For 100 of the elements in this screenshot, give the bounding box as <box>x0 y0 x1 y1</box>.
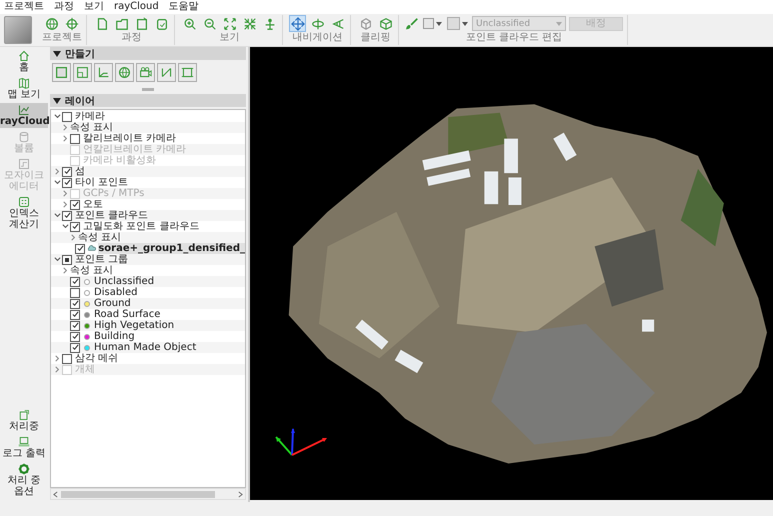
layer-item[interactable]: 카메라 <box>75 111 105 122</box>
sidebar-item[interactable]: 로그 출력 <box>0 435 48 460</box>
grid-icon <box>18 196 30 208</box>
layer-item[interactable]: Ground <box>94 298 131 309</box>
tool-button[interactable] <box>73 63 92 82</box>
zoom-out-icon <box>202 16 216 30</box>
sidebar-item[interactable]: 처리 중 옵션 <box>0 462 48 498</box>
box-icon <box>378 16 392 30</box>
chevron-right-icon[interactable] <box>70 234 77 241</box>
layer-item[interactable]: sorae+_group1_densified_ <box>98 243 245 254</box>
corner-icon <box>76 66 89 79</box>
menu-item[interactable]: 도움말 <box>168 1 199 13</box>
group-label: 포인트 클라우드 편집 <box>466 32 562 44</box>
person-icon <box>262 16 276 30</box>
sidebar-item[interactable]: 홈 <box>0 49 48 74</box>
chevron-right-icon[interactable] <box>62 201 69 208</box>
triangle-down-icon[interactable] <box>53 50 61 58</box>
tool-button[interactable] <box>115 63 134 82</box>
layer-item[interactable]: 섬 <box>75 166 85 177</box>
chevron-right-icon[interactable] <box>62 135 69 142</box>
group-label: 내비게이션 <box>292 32 342 44</box>
tool-button[interactable] <box>289 15 306 32</box>
ruler-icon <box>160 66 173 79</box>
layer-item[interactable]: Disabled <box>94 287 138 298</box>
viewport-3d[interactable] <box>250 47 773 500</box>
chevron-down-icon[interactable] <box>62 223 69 230</box>
app-logo-icon <box>4 16 32 44</box>
zoom-in-icon <box>182 16 196 30</box>
sidebar-item[interactable]: 인덱스 계산기 <box>0 195 48 231</box>
chevron-down-icon[interactable] <box>54 212 61 219</box>
layer-item[interactable]: Road Surface <box>94 309 160 320</box>
checkbox[interactable] <box>70 276 80 286</box>
checkbox[interactable] <box>62 254 72 264</box>
triangle-down-icon[interactable] <box>53 96 61 104</box>
brush-icon[interactable] <box>405 16 419 30</box>
checkbox[interactable] <box>62 112 72 122</box>
sidebar-item[interactable]: rayCloud <box>0 103 48 128</box>
chevron-down-icon[interactable] <box>54 256 61 263</box>
tool-button[interactable] <box>178 63 197 82</box>
checkbox[interactable] <box>70 310 80 320</box>
checkbox[interactable] <box>62 166 72 176</box>
layer-item[interactable]: 고밀도화 포인트 클라우드 <box>83 221 200 232</box>
mosaic-icon <box>18 158 30 170</box>
gear-icon <box>18 463 30 475</box>
checkbox[interactable] <box>75 244 86 254</box>
move-icon <box>290 16 304 30</box>
section-header[interactable]: 레이어 <box>50 94 246 107</box>
tool-button[interactable] <box>94 63 113 82</box>
color-dropdown[interactable] <box>446 16 469 31</box>
menu-item[interactable]: 과정 <box>54 1 74 13</box>
shape-dropdown[interactable] <box>422 16 443 31</box>
chevron-right-icon[interactable] <box>54 168 61 175</box>
checkbox[interactable] <box>62 178 72 188</box>
refresh-icon <box>154 16 168 30</box>
tool-button[interactable] <box>377 15 394 32</box>
page-icon <box>134 16 148 30</box>
group-label: 클리핑 <box>360 32 390 44</box>
checkbox[interactable] <box>62 210 72 220</box>
layer-item[interactable]: 속성 표시 <box>70 265 114 276</box>
sidebar-item[interactable]: 맵 보기 <box>0 76 48 101</box>
chevron-right-icon[interactable] <box>238 490 243 498</box>
chevron-right-icon[interactable] <box>62 267 69 274</box>
splitter-handle[interactable] <box>142 88 154 91</box>
chevron-down-icon[interactable] <box>54 113 61 120</box>
chevron-right-icon[interactable] <box>54 355 61 362</box>
layer-item[interactable]: 타이 포인트 <box>75 177 128 188</box>
orbit-icon <box>310 16 324 30</box>
tool-button[interactable] <box>44 15 60 32</box>
layer-item[interactable]: 칼리브레이트 카메라 <box>83 133 176 144</box>
checkbox[interactable] <box>62 354 72 364</box>
group-label: 과정 <box>122 32 142 44</box>
tool-button[interactable] <box>64 15 80 32</box>
checkbox[interactable] <box>70 320 80 330</box>
tool-button[interactable] <box>221 15 238 32</box>
tool-button[interactable] <box>157 63 176 82</box>
square-icon <box>55 66 68 79</box>
checkbox[interactable] <box>70 332 80 342</box>
menu-item[interactable]: 프로젝트 <box>4 1 44 13</box>
tool-button[interactable] <box>136 63 155 82</box>
menu-item[interactable]: rayCloud <box>114 1 159 13</box>
layer-item[interactable]: Building <box>94 331 135 342</box>
layer-item[interactable]: 오토 <box>83 199 103 210</box>
checkbox[interactable] <box>70 134 80 144</box>
checkbox[interactable] <box>70 288 80 298</box>
export-icon <box>18 409 30 421</box>
chevron-left-icon[interactable] <box>53 490 58 498</box>
chevron-down-icon[interactable] <box>54 179 61 186</box>
layer-item[interactable]: 삼각 메쉬 <box>75 353 118 364</box>
menu-item[interactable]: 보기 <box>84 1 104 13</box>
horizontal-scrollbar[interactable] <box>50 488 246 500</box>
checkbox[interactable] <box>70 200 80 210</box>
tool-button[interactable] <box>52 63 71 82</box>
section-header[interactable]: 만들기 <box>50 47 246 60</box>
sidebar-item[interactable]: 처리중 <box>0 408 48 433</box>
chevron-right-icon[interactable] <box>62 124 69 131</box>
group-label: 프로젝트 <box>42 32 82 44</box>
axes-icon <box>97 66 110 79</box>
checkbox[interactable] <box>70 222 80 232</box>
checkbox[interactable] <box>70 298 80 308</box>
checkbox[interactable] <box>70 342 80 352</box>
